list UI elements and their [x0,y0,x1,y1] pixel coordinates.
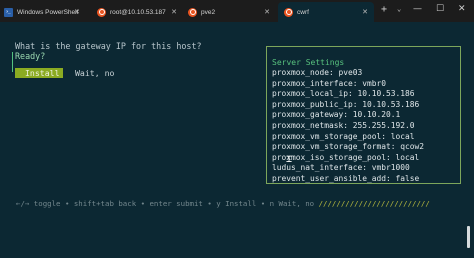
tab-label: root@10.10.53.187 [110,8,166,16]
minimize-button[interactable]: — [413,4,422,14]
help-slashes: ///////////////////////// [318,199,430,208]
settings-row: proxmox_gateway: 10.10.20.1 [272,110,401,120]
tab-windows-powershell[interactable]: ›_ Windows PowerShell ✕ [4,2,86,22]
tab-dropdown-button[interactable]: ⌄ [397,5,401,13]
tab-label: Windows PowerShell [17,8,79,16]
prompt-status: Ready? [15,51,46,61]
tab-pve2[interactable]: pve2 ✕ [188,2,276,22]
tab-root-host[interactable]: root@10.10.53.187 ✕ [97,2,183,22]
new-tab-button[interactable]: + [381,4,387,15]
settings-row: prevent_user_ansible_add: false [272,173,420,183]
scrollbar[interactable] [467,226,470,248]
ubuntu-icon [188,7,197,17]
help-bar: ←/→ toggle • shift+tab back • enter subm… [16,199,430,209]
ubuntu-icon [97,7,106,17]
close-tab-icon[interactable]: ✕ [362,8,368,16]
prompt-question: What is the gateway IP for this host? [15,41,202,51]
close-tab-icon[interactable]: ✕ [74,8,80,16]
close-tab-icon[interactable]: ✕ [264,8,270,16]
settings-title: Server Settings [272,58,345,67]
mouse-cursor-icon: ⌶ [286,154,293,165]
powershell-icon: ›_ [4,7,13,17]
help-text: ←/→ toggle • shift+tab back • enter subm… [16,199,319,208]
wait-no-button[interactable]: Wait, no [75,68,114,78]
tab-bar: ›_ Windows PowerShell ✕ root@10.10.53.18… [0,0,474,22]
settings-row: proxmox_node: pve03 [272,68,363,77]
install-button[interactable]: Install [15,68,63,78]
settings-row: proxmox_local_ip: 10.10.53.186 [272,89,415,99]
close-tab-icon[interactable]: ✕ [171,8,177,16]
settings-row: proxmox_netmask: 255.255.192.0 [272,120,415,130]
settings-row: proxmox_iso_storage_pool: local [272,152,420,162]
close-window-button[interactable]: ✕ [458,4,466,14]
maximize-button[interactable]: ☐ [436,4,444,14]
tab-cwrf[interactable]: cwrf ✕ [278,2,374,22]
settings-row: proxmox_interface: vmbr0 [272,78,387,88]
settings-row: proxmox_vm_storage_pool: local [272,131,415,141]
settings-row: proxmox_vm_storage_format: qcow2 [272,142,425,152]
ubuntu-icon [284,7,293,17]
tab-label: cwrf [297,8,309,16]
tab-label: pve2 [201,8,216,16]
settings-row: proxmox_public_ip: 10.10.53.186 [272,99,420,109]
settings-row: ludus_nat_interface: vmbr1000 [272,163,410,173]
settings-list: proxmox_node: pve03 proxmox_interface: v… [272,68,424,185]
focus-indicator [12,52,13,72]
server-settings-panel: Server Settings proxmox_node: pve03 prox… [266,46,461,184]
